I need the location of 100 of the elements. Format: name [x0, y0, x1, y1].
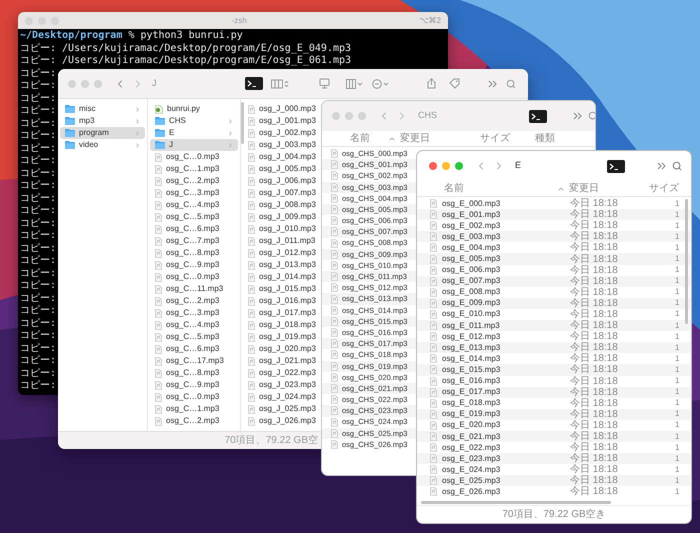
file-item[interactable]: osg_C…9.mp3	[150, 259, 238, 271]
terminal-line: コピー:	[20, 380, 56, 392]
terminal-line: コピー:	[20, 155, 56, 168]
folder-item[interactable]: J	[150, 139, 238, 151]
file-item[interactable]: osg_J_005.mp3	[243, 163, 320, 175]
file-item[interactable]: osg_J_025.mp3	[243, 403, 320, 415]
modified-date: 今日 18:18	[570, 453, 619, 464]
file-item[interactable]: osg_J_000.mp3	[243, 103, 320, 115]
file-item[interactable]: osg_C…17.mp3	[150, 355, 238, 367]
file-size: 1	[675, 352, 680, 365]
column-header[interactable]: サイズ	[649, 181, 679, 196]
modified-date: 今日 18:18	[570, 298, 619, 309]
file-size: 1	[675, 198, 680, 210]
file-name: osg_E_017.mp3	[442, 386, 500, 398]
column-header[interactable]: サイズ	[480, 131, 535, 146]
file-item[interactable]: osg_J_007.mp3	[243, 187, 320, 199]
file-item[interactable]: osg_C…0.mp3	[150, 151, 238, 163]
file-item[interactable]: osg_C…8.mp3	[150, 247, 238, 259]
file-item[interactable]: osg_C…0.mp3	[150, 391, 238, 403]
file-size: 1	[675, 342, 680, 354]
modified-date: 今日 18:18	[570, 242, 619, 254]
file-item[interactable]: osg_J_006.mp3	[243, 175, 320, 187]
file-item[interactable]: osg_C…4.mp3	[150, 319, 238, 331]
file-item[interactable]: osg_C…7.mp3	[150, 235, 238, 247]
file-size: 1	[675, 486, 680, 498]
file-item[interactable]: bunrui.py	[150, 103, 238, 115]
file-item[interactable]: osg_C…6.mp3	[150, 343, 238, 355]
file-item[interactable]: osg_C…11.mp3	[150, 283, 238, 295]
file-size: 1	[675, 397, 680, 410]
column-header[interactable]: 種類	[535, 131, 575, 146]
file-item[interactable]: osg_J_012.mp3	[243, 247, 320, 259]
file-size: 1	[675, 253, 680, 266]
terminal-line: コピー:	[20, 105, 56, 118]
file-size: 1	[675, 275, 680, 288]
folder-item[interactable]: video	[60, 139, 145, 151]
file-name: osg_E_000.mp3	[442, 198, 500, 210]
file-item[interactable]: osg_C…6.mp3	[150, 223, 238, 235]
terminal-line: コピー:	[20, 268, 56, 280]
file-item[interactable]: osg_C…2.mp3	[150, 415, 238, 427]
file-item[interactable]: osg_J_011.mp3	[243, 235, 320, 247]
file-item[interactable]: osg_C…8.mp3	[150, 367, 238, 379]
file-item[interactable]: osg_C…9.mp3	[150, 379, 238, 391]
modified-date: 今日 18:18	[570, 408, 619, 420]
terminal-line: コピー:	[20, 192, 56, 205]
folder-item[interactable]: mp3	[60, 115, 145, 127]
terminal-line: コピー:	[20, 180, 56, 192]
terminal-line: コピー:	[20, 355, 56, 368]
file-name: osg_E_005.mp3	[442, 253, 500, 266]
file-item[interactable]: osg_C…5.mp3	[150, 211, 238, 223]
terminal-line: コピー:	[20, 280, 56, 292]
file-size: 1	[675, 408, 680, 420]
status-text: 70項目、79.22 GB空き	[502, 508, 606, 522]
file-item[interactable]: osg_J_010.mp3	[243, 223, 320, 235]
file-name: osg_E_010.mp3	[442, 308, 500, 320]
file-item[interactable]: osg_J_022.mp3	[243, 367, 320, 379]
file-size: 1	[675, 330, 680, 343]
file-item[interactable]: osg_J_003.mp3	[243, 139, 320, 151]
file-item[interactable]: osg_C…3.mp3	[150, 187, 238, 199]
file-item[interactable]: osg_J_017.mp3	[243, 307, 320, 319]
file-item[interactable]: osg_J_008.mp3	[243, 199, 320, 211]
modified-date: 今日 18:18	[570, 442, 619, 454]
folder-item[interactable]: CHS	[150, 115, 238, 127]
file-item[interactable]: osg_J_013.mp3	[243, 259, 320, 271]
file-size: 1	[675, 264, 680, 276]
file-item[interactable]: osg_C…0.mp3	[150, 271, 238, 283]
file-size: 1	[675, 230, 680, 243]
folder-item[interactable]: program	[60, 127, 145, 139]
file-item[interactable]: osg_C…2.mp3	[150, 295, 238, 307]
terminal-line: コピー:	[20, 292, 56, 305]
terminal-line: コピー:	[20, 255, 56, 268]
file-item[interactable]: osg_J_024.mp3	[243, 391, 320, 403]
modified-date: 今日 18:18	[570, 331, 619, 342]
folder-item[interactable]: misc	[60, 103, 145, 115]
modified-date: 今日 18:18	[570, 254, 619, 265]
file-item[interactable]: osg_J_026.mp3	[243, 415, 320, 427]
file-item[interactable]: osg_J_023.mp3	[243, 379, 320, 391]
terminal-line: コピー:	[20, 230, 56, 242]
file-item[interactable]: osg_C…3.mp3	[150, 307, 238, 319]
file-item[interactable]: osg_C…5.mp3	[150, 331, 238, 343]
file-item[interactable]: osg_J_021.mp3	[243, 355, 320, 367]
folder-item[interactable]: E	[150, 127, 238, 139]
file-item[interactable]: osg_J_004.mp3	[243, 151, 320, 163]
window-title: E	[515, 159, 522, 172]
file-item[interactable]: osg_J_002.mp3	[243, 127, 320, 139]
file-item[interactable]: osg_C…2.mp3	[150, 175, 238, 187]
file-item[interactable]: osg_J_001.mp3	[243, 115, 320, 127]
file-item[interactable]: osg_C…4.mp3	[150, 199, 238, 211]
file-item[interactable]: osg_J_018.mp3	[243, 319, 320, 331]
file-item[interactable]: osg_J_015.mp3	[243, 283, 320, 295]
file-name: osg_E_022.mp3	[442, 442, 500, 454]
modified-date: 今日 18:18	[570, 231, 619, 242]
file-item[interactable]: osg_J_014.mp3	[243, 271, 320, 283]
file-item[interactable]: osg_J_019.mp3	[243, 331, 320, 343]
file-size: 1	[675, 364, 680, 376]
file-item[interactable]: osg_C…1.mp3	[150, 163, 238, 175]
modified-date: 今日 18:18	[570, 308, 619, 320]
file-item[interactable]: osg_C…1.mp3	[150, 403, 238, 415]
file-item[interactable]: osg_J_009.mp3	[243, 211, 320, 223]
file-item[interactable]: osg_J_016.mp3	[243, 295, 320, 307]
file-item[interactable]: osg_J_020.mp3	[243, 343, 320, 355]
